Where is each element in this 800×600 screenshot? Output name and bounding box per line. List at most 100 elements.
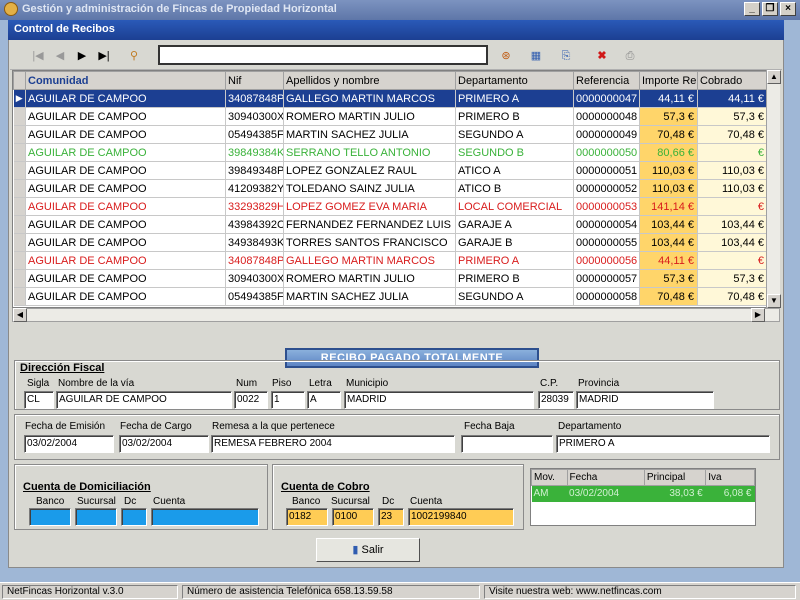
- print-icon[interactable]: ⊛: [496, 47, 516, 65]
- cobro-dc-field[interactable]: 23: [378, 508, 404, 526]
- current-row-pointer-icon[interactable]: ▶: [13, 89, 26, 108]
- next-record-icon[interactable]: ▶: [72, 47, 92, 65]
- table-row[interactable]: AGUILAR DE CAMPOO 43984392C FERNANDEZ FERN…: [13, 215, 768, 234]
- column-header-nif[interactable]: Nif: [225, 71, 284, 90]
- table-cell: AGUILAR DE CAMPOO: [25, 89, 226, 108]
- table-cell: 110,03 €: [697, 161, 768, 180]
- departamento-field[interactable]: PRIMERO A: [556, 435, 770, 453]
- num-field[interactable]: 0022: [234, 391, 268, 409]
- first-record-icon[interactable]: |◀: [28, 47, 48, 65]
- emision-field[interactable]: 03/02/2004: [24, 435, 114, 453]
- table-cell: 0000000050: [573, 143, 640, 162]
- remesa-field[interactable]: REMESA FEBRERO 2004: [211, 435, 455, 453]
- column-header-departamento[interactable]: Departamento: [455, 71, 574, 90]
- table-cell: SERRANO TELLO ANTONIO: [283, 143, 456, 162]
- restore-button[interactable]: ❐: [762, 2, 778, 16]
- cobro-sucursal-field[interactable]: 0100: [332, 508, 374, 526]
- dom-banco-field[interactable]: [29, 508, 71, 526]
- row-indicator[interactable]: [13, 143, 26, 162]
- mov-header-principal[interactable]: Principal: [643, 469, 707, 486]
- dom-dc-label: Dc: [124, 496, 137, 507]
- municipio-field[interactable]: MADRID: [344, 391, 534, 409]
- table-row[interactable]: AGUILAR DE CAMPOO 05494385F MARTIN SACHEZ …: [13, 125, 768, 144]
- movement-row[interactable]: AM 03/02/2004 38,03 € 6,08 €: [531, 485, 755, 502]
- row-indicator[interactable]: [13, 107, 26, 126]
- column-header-comunidad[interactable]: Comunidad: [25, 71, 226, 90]
- cargo-field[interactable]: 03/02/2004: [119, 435, 209, 453]
- cp-field[interactable]: 28039: [538, 391, 574, 409]
- row-indicator[interactable]: [13, 287, 26, 306]
- column-header-nombre[interactable]: Apellidos y nombre: [283, 71, 456, 90]
- table-cell: 103,44 €: [697, 233, 768, 252]
- table-cell: GARAJE B: [455, 233, 574, 252]
- table-row[interactable]: AGUILAR DE CAMPOO 34938493K TORRES SANTOS …: [13, 233, 768, 252]
- cobro-banco-field[interactable]: 0182: [286, 508, 328, 526]
- table-row[interactable]: AGUILAR DE CAMPOO 41209382Y TOLEDANO SAINZ…: [13, 179, 768, 198]
- table-row[interactable]: AGUILAR DE CAMPOO 33293829H LOPEZ GOMEZ EV…: [13, 197, 768, 216]
- table-cell: 70,48 €: [697, 125, 768, 144]
- table-row[interactable]: AGUILAR DE CAMPOO 30940300X ROMERO MARTIN …: [13, 269, 768, 288]
- table-cell: 43984392C: [225, 215, 284, 234]
- dom-sucursal-field[interactable]: [75, 508, 117, 526]
- minimize-button[interactable]: _: [744, 2, 760, 16]
- search-input[interactable]: [158, 45, 488, 65]
- export-icon[interactable]: ⎘: [556, 47, 576, 65]
- table-cell: 34087848P: [225, 251, 284, 270]
- row-indicator[interactable]: [13, 161, 26, 180]
- table-row[interactable]: AGUILAR DE CAMPOO 39849348P LOPEZ GONZALEZ…: [13, 161, 768, 180]
- table-cell: ROMERO MARTIN JULIO: [283, 269, 456, 288]
- grid-horizontal-scrollbar[interactable]: ◀ ▶: [12, 308, 780, 322]
- table-row[interactable]: ▶ AGUILAR DE CAMPOO 34087848P GALLEGO MARTI…: [13, 89, 768, 108]
- via-field[interactable]: AGUILAR DE CAMPOO: [56, 391, 232, 409]
- column-header-referencia[interactable]: Referencia: [573, 71, 640, 90]
- provincia-field[interactable]: MADRID: [576, 391, 714, 409]
- column-header-importe[interactable]: Importe Re: [639, 71, 698, 90]
- table-cell: 0000000051: [573, 161, 640, 180]
- table-row[interactable]: AGUILAR DE CAMPOO 34087848P GALLEGO MARTIN…: [13, 251, 768, 270]
- table-cell: AGUILAR DE CAMPOO: [25, 215, 226, 234]
- mov-header-mov[interactable]: Mov.: [531, 469, 568, 486]
- table-cell: ATICO A: [455, 161, 574, 180]
- row-indicator[interactable]: [13, 179, 26, 198]
- table-cell: AGUILAR DE CAMPOO: [25, 179, 226, 198]
- scroll-right-icon[interactable]: ▶: [751, 308, 765, 322]
- prev-record-icon[interactable]: ◀: [50, 47, 70, 65]
- table-cell: AGUILAR DE CAMPOO: [25, 161, 226, 180]
- last-record-icon[interactable]: ▶|: [94, 47, 114, 65]
- mov-header-iva[interactable]: Iva: [705, 469, 755, 486]
- delete-icon[interactable]: ✖: [592, 47, 612, 65]
- salir-button[interactable]: ▮ Salir: [316, 538, 420, 562]
- row-indicator[interactable]: [13, 197, 26, 216]
- scroll-up-icon[interactable]: ▲: [767, 70, 781, 84]
- row-indicator[interactable]: [13, 233, 26, 252]
- dom-dc-field[interactable]: [121, 508, 147, 526]
- calendar-icon[interactable]: ▦: [526, 47, 546, 65]
- row-indicator[interactable]: [13, 215, 26, 234]
- mov-header-fecha[interactable]: Fecha: [566, 469, 645, 486]
- search-icon[interactable]: ⚲: [124, 47, 144, 65]
- table-row[interactable]: AGUILAR DE CAMPOO 05494385F MARTIN SACHEZ …: [13, 287, 768, 306]
- table-cell: AGUILAR DE CAMPOO: [25, 107, 226, 126]
- table-cell: 103,44 €: [639, 215, 698, 234]
- row-indicator[interactable]: [13, 125, 26, 144]
- scroll-down-icon[interactable]: ▼: [767, 294, 781, 308]
- table-cell: 30940300X: [225, 269, 284, 288]
- cobro-cuenta-field[interactable]: 1002199840: [408, 508, 514, 526]
- scroll-left-icon[interactable]: ◀: [13, 308, 27, 322]
- letra-field[interactable]: A: [307, 391, 341, 409]
- printer-icon[interactable]: ⎙: [620, 47, 640, 65]
- baja-field[interactable]: [461, 435, 553, 453]
- close-button[interactable]: ×: [780, 2, 796, 16]
- num-label: Num: [236, 378, 258, 389]
- grid-vertical-scrollbar[interactable]: ▲ ▼: [766, 70, 781, 308]
- row-indicator[interactable]: [13, 251, 26, 270]
- statusbar-phone: Número de asistencia Telefónica 658.13.5…: [182, 585, 480, 599]
- piso-field[interactable]: 1: [271, 391, 305, 409]
- row-indicator[interactable]: [13, 269, 26, 288]
- column-header-cobrado[interactable]: Cobrado: [697, 71, 768, 90]
- table-row[interactable]: AGUILAR DE CAMPOO 39849384K SERRANO TELLO …: [13, 143, 768, 162]
- dom-cuenta-field[interactable]: [151, 508, 259, 526]
- table-row[interactable]: AGUILAR DE CAMPOO 30940300X ROMERO MARTIN …: [13, 107, 768, 126]
- sigla-field[interactable]: CL: [24, 391, 54, 409]
- table-cell: FERNANDEZ FERNANDEZ LUIS: [283, 215, 456, 234]
